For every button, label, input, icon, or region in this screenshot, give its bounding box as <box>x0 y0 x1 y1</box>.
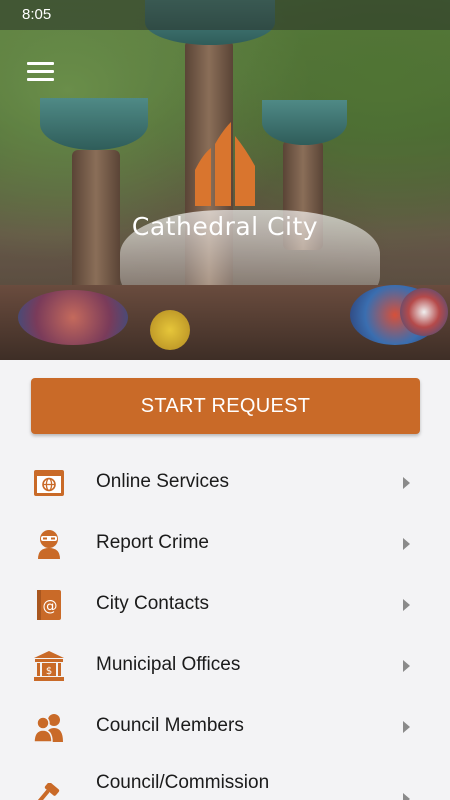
city-logo: Cathedral City <box>0 118 450 241</box>
svg-text:@: @ <box>43 597 58 615</box>
start-request-button[interactable]: START REQUEST <box>31 378 420 434</box>
menu-item-council-commission[interactable]: Council/Commission <box>0 757 450 800</box>
logo-text: Cathedral City <box>131 212 319 241</box>
status-bar: 8:05 <box>0 0 450 30</box>
address-book-icon: @ <box>37 590 61 620</box>
chevron-right-icon <box>403 721 410 733</box>
hamburger-menu-icon[interactable] <box>27 62 54 82</box>
menu-item-council-members[interactable]: Council Members <box>0 696 450 757</box>
menu-item-label: Council Members <box>96 715 244 736</box>
svg-text:$: $ <box>46 666 52 677</box>
menu-item-municipal-offices[interactable]: $ Municipal Offices <box>0 635 450 696</box>
chevron-right-icon <box>403 660 410 672</box>
menu-item-report-crime[interactable]: Report Crime <box>0 513 450 574</box>
services-menu: Online Services Report Crime @ City Cont… <box>0 452 450 800</box>
menu-item-city-contacts[interactable]: @ City Contacts <box>0 574 450 635</box>
globe-browser-icon <box>34 470 64 496</box>
chevron-right-icon <box>403 477 410 489</box>
chevron-right-icon <box>403 599 410 611</box>
masked-person-icon <box>38 530 60 559</box>
menu-item-label: Council/Commission <box>96 772 270 793</box>
mosaic-decoration <box>18 290 128 345</box>
menu-item-label: Online Services <box>96 471 230 492</box>
mosaic-decoration <box>400 288 448 336</box>
menu-item-label: Municipal Offices <box>96 654 241 675</box>
main-content: START REQUEST Online Services Report Cri… <box>0 360 450 800</box>
government-building-icon: $ <box>34 651 64 681</box>
status-time: 8:05 <box>22 6 52 23</box>
menu-item-label: Report Crime <box>96 532 209 553</box>
menu-item-online-services[interactable]: Online Services <box>0 452 450 513</box>
chevron-right-icon <box>403 793 410 800</box>
cathedral-logo-icon <box>195 122 255 206</box>
mosaic-decoration <box>150 310 190 350</box>
menu-item-label: City Contacts <box>96 593 209 614</box>
people-icon <box>33 714 63 742</box>
gavel-icon <box>36 783 60 800</box>
chevron-right-icon <box>403 538 410 550</box>
